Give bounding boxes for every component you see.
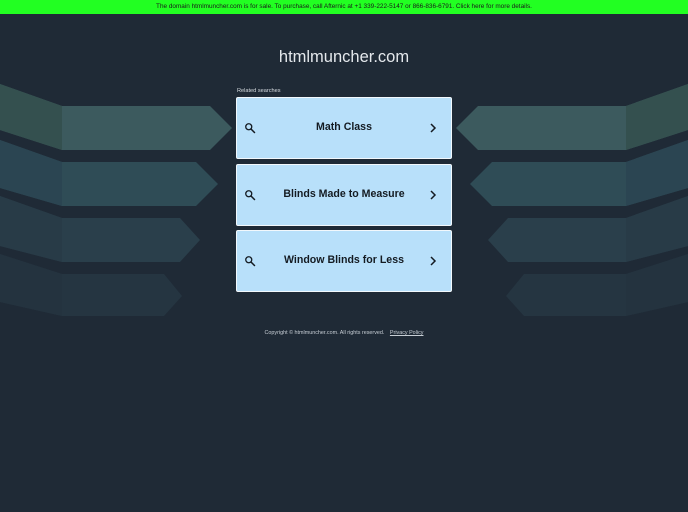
for-sale-banner[interactable]: The domain htmlmuncher.com is for sale. … [0,0,688,14]
bg-shape-right-4-side [626,254,688,316]
domain-title: htmlmuncher.com [278,48,410,66]
related-links-list: Math Class Blinds Made to Measure Window… [236,97,452,297]
related-link-label: Blinds Made to Measure [283,187,405,200]
search-icon [245,123,256,134]
bg-shape-right-2-side [626,140,688,206]
search-icon [245,256,256,267]
chevron-right-icon [430,189,437,200]
related-link-label: Window Blinds for Less [284,254,404,266]
bg-shape-left-2-side [0,140,62,206]
chevron-right-icon [430,123,437,133]
bg-shape-left-4-side [0,254,62,316]
related-link-math-class[interactable]: Math Class [236,97,452,159]
related-link-blinds-made-to-measure[interactable]: Blinds Made to Measure [236,163,452,226]
bg-shape-right-3-side [626,196,688,262]
footer: Copyright © htmlmuncher.com. All rights … [0,330,688,336]
search-icon [245,189,256,200]
related-link-window-blinds-for-less[interactable]: Window Blinds for Less [236,230,452,292]
page: The domain htmlmuncher.com is for sale. … [0,0,688,512]
privacy-policy-link[interactable]: Privacy Policy [390,330,424,336]
chevron-right-icon [430,256,437,266]
bg-shape-right-1-side [626,84,688,150]
bg-shape-left-3-side [0,196,62,262]
bg-shape-left-1-side [0,84,62,150]
copyright-text: Copyright © htmlmuncher.com. All rights … [264,330,385,336]
related-searches-label: Related searches [237,88,281,94]
related-link-label: Math Class [316,121,372,133]
